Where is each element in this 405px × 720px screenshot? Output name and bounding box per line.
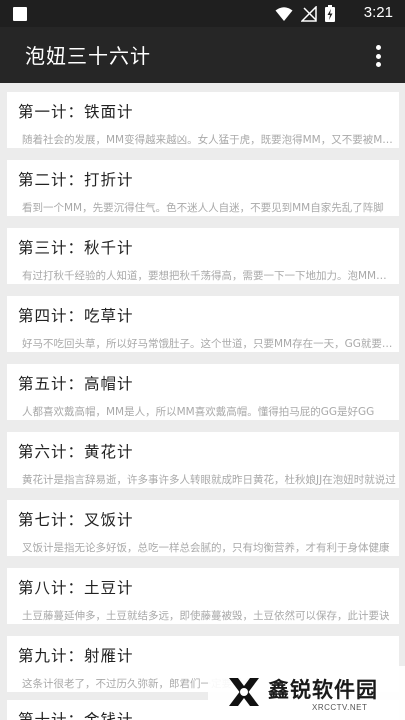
notification-square-icon <box>13 7 27 21</box>
strategy-item-6[interactable]: 第六计：黄花计 黄花计是指言辞易逝，许多事许多人转眼就成昨日黄花，杜秋娘JJ在泡… <box>7 432 399 488</box>
strategy-summary: 看到一个MM，先要沉得住气。色不迷人人自迷，不要见到MM自家先乱了阵脚 <box>22 202 384 214</box>
status-bar: 3:21 <box>0 0 405 27</box>
watermark: 鑫锐软件园 XRCCTV.NET <box>208 666 405 720</box>
strategy-title: 第三计：秋千计 <box>18 239 134 257</box>
strategy-item-7[interactable]: 第七计：叉饭计 叉饭计是指无论多好饭，总吃一样总会腻的，只有均衡营养，才有利于身… <box>7 500 399 556</box>
strategy-summary: 有过打秋千经验的人知道，要想把秋千荡得高，需要一下一下地加力。泡MM也是如此 <box>22 270 397 282</box>
strategy-summary: 叉饭计是指无论多好饭，总吃一样总会腻的，只有均衡营养，才有利于身体健康 <box>22 542 390 554</box>
app-bar: 泡妞三十六计 <box>0 27 405 83</box>
strategy-summary: 随着社会的发展，MM变得越来越凶。女人猛于虎，既要泡得MM，又不要被MM吃掉 <box>22 134 397 146</box>
status-icons <box>275 5 335 22</box>
strategy-summary: 人都喜欢戴高帽，MM是人，所以MM喜欢戴高帽。懂得拍马屁的GG是好GG <box>22 406 375 418</box>
strategy-title: 第六计：黄花计 <box>18 443 134 461</box>
strategy-item-3[interactable]: 第三计：秋千计 有过打秋千经验的人知道，要想把秋千荡得高，需要一下一下地加力。泡… <box>7 228 399 284</box>
clock: 3:21 <box>363 4 393 21</box>
no-signal-icon <box>301 5 317 22</box>
strategy-item-4[interactable]: 第四计：吃草计 好马不吃回头草，所以好马常饿肚子。这个世道，只要MM存在一天，G… <box>7 296 399 352</box>
strategy-title: 第八计：土豆计 <box>18 579 134 597</box>
strategy-item-2[interactable]: 第二计：打折计 看到一个MM，先要沉得住气。色不迷人人自迷，不要见到MM自家先乱… <box>7 160 399 216</box>
watermark-name: 鑫锐软件园 <box>268 678 378 702</box>
app-title: 泡妞三十六计 <box>25 44 151 68</box>
strategy-title: 第九计：射雁计 <box>18 647 134 665</box>
strategy-title: 第十计：金钱计 <box>18 711 134 720</box>
strategy-summary: 黄花计是指言辞易逝，许多事许多人转眼就成昨日黄花，杜秋娘JJ在泡妞时就说过 <box>22 474 396 486</box>
watermark-url: XRCCTV.NET <box>312 703 368 712</box>
x-logo-icon <box>229 678 259 706</box>
battery-charging-icon <box>325 5 335 22</box>
strategy-title: 第七计：叉饭计 <box>18 511 134 529</box>
wifi-icon <box>275 6 293 21</box>
strategy-item-8[interactable]: 第八计：土豆计 土豆藤蔓延伸多，土豆就结多远，即使藤蔓被毁，土豆依然可以保存，此… <box>7 568 399 624</box>
overflow-menu-icon[interactable] <box>369 43 387 69</box>
strategy-item-5[interactable]: 第五计：高帽计 人都喜欢戴高帽，MM是人，所以MM喜欢戴高帽。懂得拍马屁的GG是… <box>7 364 399 420</box>
strategy-title: 第二计：打折计 <box>18 171 134 189</box>
strategy-title: 第一计：铁面计 <box>18 103 134 121</box>
strategy-title: 第五计：高帽计 <box>18 375 134 393</box>
strategy-title: 第四计：吃草计 <box>18 307 134 325</box>
strategy-item-1[interactable]: 第一计：铁面计 随着社会的发展，MM变得越来越凶。女人猛于虎，既要泡得MM，又不… <box>7 92 399 148</box>
strategy-list[interactable]: 第一计：铁面计 随着社会的发展，MM变得越来越凶。女人猛于虎，既要泡得MM，又不… <box>0 83 405 720</box>
strategy-summary: 土豆藤蔓延伸多，土豆就结多远，即使藤蔓被毁，土豆依然可以保存，此计要诀 <box>22 610 390 622</box>
strategy-summary: 好马不吃回头草，所以好马常饿肚子。这个世道，只要MM存在一天，GG就要吃草 <box>22 338 397 350</box>
